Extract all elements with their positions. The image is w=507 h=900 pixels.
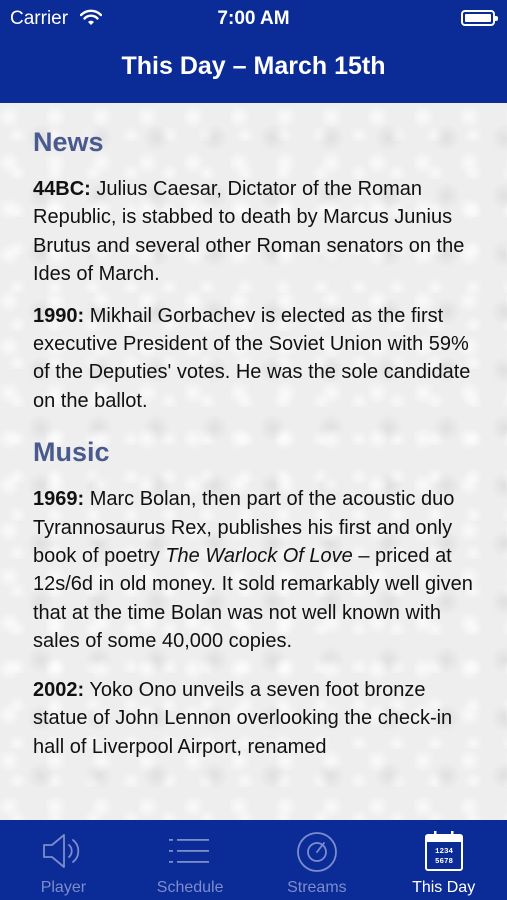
music-section: Music 1969: Marc Bolan, then part of the… <box>33 437 474 761</box>
speaker-icon <box>40 830 86 877</box>
clock-label: 7:00 AM <box>217 8 290 29</box>
tab-streams[interactable]: Streams <box>254 820 381 900</box>
tab-label: This Day <box>412 879 476 896</box>
tab-label: Streams <box>287 879 347 896</box>
list-icon <box>167 830 213 877</box>
disc-icon <box>294 830 340 879</box>
news-section: News 44BC: Julius Caesar, Dictator of th… <box>33 127 474 415</box>
calendar-icon: 1234 5678 <box>423 830 465 877</box>
svg-text:1234: 1234 <box>435 848 454 856</box>
event-text: Mikhail Gorbachev is elected as the firs… <box>33 304 471 412</box>
tab-bar: Player Schedule Streams 1234 5678 This D… <box>0 820 507 900</box>
tab-label: Schedule <box>156 879 224 896</box>
event-year: 44BC: <box>33 178 91 200</box>
navigation-header: Carrier 7:00 AM This Day – March 15th <box>0 0 507 103</box>
event-text: Yoko Ono unveils a seven foot bronze sta… <box>33 678 453 758</box>
battery-icon <box>461 10 498 26</box>
section-title-music: Music <box>33 437 110 468</box>
event-entry: 1990: Mikhail Gorbachev is elected as th… <box>33 302 474 416</box>
article-scroll-area[interactable]: News 44BC: Julius Caesar, Dictator of th… <box>0 103 507 820</box>
section-title-news: News <box>33 127 104 157</box>
tab-schedule[interactable]: Schedule <box>127 820 254 900</box>
event-year: 1969: <box>33 488 85 511</box>
tab-label: Player <box>40 879 87 896</box>
event-entry: 1969: Marc Bolan, then part of the acous… <box>33 485 474 655</box>
event-entry: 2002: Yoko Ono unveils a seven foot bron… <box>33 676 474 761</box>
tab-this-day[interactable]: 1234 5678 This Day <box>380 820 507 900</box>
book-title: The Warlock Of Love <box>165 545 353 568</box>
svg-text:5678: 5678 <box>435 858 454 866</box>
event-year: 1990: <box>33 304 85 327</box>
event-text: Julius Caesar, Dictator of the Roman Rep… <box>33 178 465 286</box>
tab-player[interactable]: Player <box>0 820 127 900</box>
event-entry: 44BC: Julius Caesar, Dictator of the Rom… <box>33 175 474 289</box>
event-year: 2002: <box>33 678 85 701</box>
status-bar: Carrier 7:00 AM <box>0 0 507 36</box>
page-title: This Day – March 15th <box>121 52 386 80</box>
